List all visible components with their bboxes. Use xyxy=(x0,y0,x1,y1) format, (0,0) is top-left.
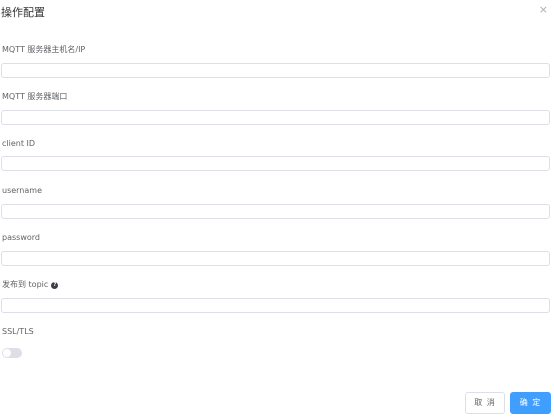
switch-knob xyxy=(3,349,11,357)
port-label-text: MQTT 服务器端口 xyxy=(2,92,68,101)
operation-config-dialog: 操作配置 × MQTT 服务器主机名/IP MQTT 服务器端口 client … xyxy=(0,0,554,419)
question-circle-icon[interactable]: ? xyxy=(51,281,59,289)
password-label: password xyxy=(2,233,40,243)
topic-label: 发布到 topic ? xyxy=(2,280,59,290)
ssl-label-text: SSL/TLS xyxy=(2,327,34,336)
client-id-label-text: client ID xyxy=(2,139,36,148)
host-input[interactable] xyxy=(1,63,550,78)
username-label-text: username xyxy=(2,186,42,195)
username-label: username xyxy=(2,186,42,196)
topic-input[interactable] xyxy=(1,298,550,313)
password-input[interactable] xyxy=(1,251,550,266)
ssl-label: SSL/TLS xyxy=(2,327,34,337)
close-icon[interactable]: × xyxy=(539,4,548,16)
client-id-label: client ID xyxy=(2,139,35,149)
password-label-text: password xyxy=(2,233,40,242)
host-label: MQTT 服务器主机名/IP xyxy=(2,45,85,55)
confirm-button[interactable]: 确 定 xyxy=(510,392,551,414)
host-label-text: MQTT 服务器主机名/IP xyxy=(2,45,86,54)
client-id-input[interactable] xyxy=(1,156,550,171)
dialog-title: 操作配置 xyxy=(1,6,45,19)
ssl-toggle-switch[interactable] xyxy=(2,348,22,358)
port-label: MQTT 服务器端口 xyxy=(2,92,67,102)
topic-label-text: 发布到 topic xyxy=(2,280,49,289)
username-input[interactable] xyxy=(1,204,550,219)
port-input[interactable] xyxy=(1,110,550,125)
cancel-button[interactable]: 取 消 xyxy=(465,392,505,414)
